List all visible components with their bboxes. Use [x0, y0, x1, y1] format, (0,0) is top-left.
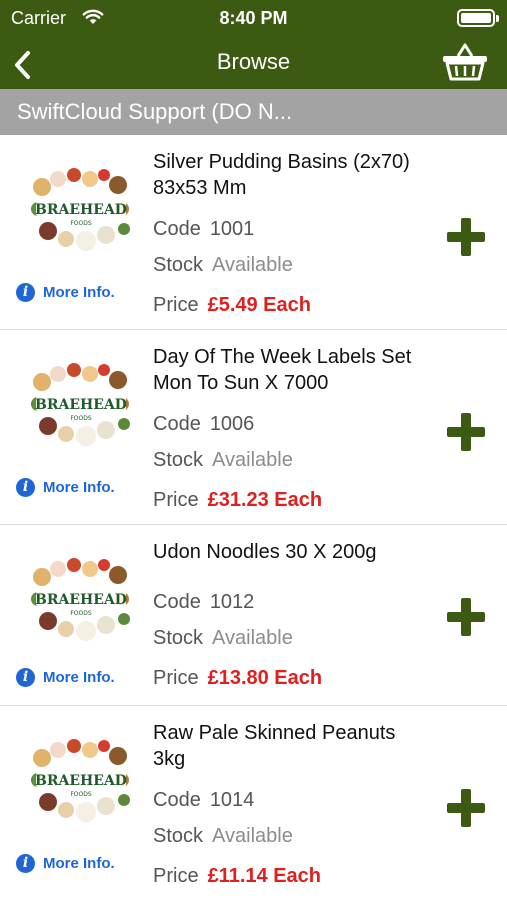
- info-icon: i: [16, 283, 35, 302]
- stock-label: Stock: [153, 825, 204, 847]
- price-value: £31.23 Each: [207, 489, 323, 511]
- price-row: Price £5.49 Each: [153, 294, 311, 317]
- product-name: Udon Noodles 30 X 200g: [153, 541, 377, 563]
- code-label: Code: [153, 789, 201, 811]
- code-row: Code 1012: [153, 591, 254, 614]
- code-value: 1014: [209, 789, 255, 811]
- stock-row: Stock Available: [153, 449, 293, 472]
- price-value: £11.14 Each: [207, 865, 322, 887]
- stock-row: Stock Available: [153, 825, 293, 848]
- product-name: Silver Pudding Basins (2x70) 83x53 Mm: [153, 151, 410, 199]
- section-header: SwiftCloud Support (DO N...: [0, 89, 507, 135]
- stock-value: Available: [212, 254, 293, 276]
- add-to-basket-icon[interactable]: [446, 597, 486, 637]
- info-icon: i: [16, 478, 35, 497]
- product-thumbnail: BRAEHEAD FOODS: [31, 363, 130, 446]
- more-info-label: More Info.: [43, 284, 115, 301]
- stock-value: Available: [212, 825, 293, 847]
- status-bar: Carrier 8:40 PM: [0, 0, 507, 36]
- product-thumbnail: BRAEHEAD FOODS: [31, 168, 130, 251]
- code-label: Code: [153, 591, 201, 613]
- info-icon: i: [16, 854, 35, 873]
- product-thumbnail: BRAEHEAD FOODS: [31, 739, 130, 822]
- price-label: Price: [153, 294, 199, 316]
- code-value: 1001: [209, 218, 255, 240]
- list-item[interactable]: BRAEHEAD FOODS i More Info. Raw Pale Ski…: [0, 706, 507, 900]
- price-label: Price: [153, 865, 199, 887]
- product-name: Raw Pale Skinned Peanuts 3kg: [153, 722, 396, 770]
- list-item[interactable]: BRAEHEAD FOODS i More Info. Silver Puddi…: [0, 135, 507, 330]
- code-row: Code 1014: [153, 789, 254, 812]
- logo-text: BRAEHEAD: [35, 592, 127, 608]
- stock-label: Stock: [153, 627, 204, 649]
- status-time: 8:40 PM: [219, 8, 288, 28]
- logo-text: BRAEHEAD: [35, 397, 127, 413]
- logo-subtext: FOODS: [70, 610, 92, 617]
- logo-text: BRAEHEAD: [35, 773, 127, 789]
- price-row: Price £31.23 Each: [153, 489, 322, 512]
- code-row: Code 1001: [153, 218, 254, 241]
- product-name: Day Of The Week Labels Set Mon To Sun X …: [153, 346, 412, 394]
- price-row: Price £13.80 Each: [153, 667, 322, 690]
- basket-icon[interactable]: [441, 42, 489, 82]
- more-info-label: More Info.: [43, 855, 115, 872]
- page-title: Browse: [216, 49, 291, 74]
- battery-icon: [457, 9, 499, 27]
- logo-subtext: FOODS: [70, 415, 92, 422]
- add-to-basket-icon[interactable]: [446, 788, 486, 828]
- logo-text: BRAEHEAD: [35, 202, 127, 218]
- code-value: 1012: [209, 591, 255, 613]
- price-label: Price: [153, 489, 199, 511]
- more-info-link[interactable]: i More Info.: [16, 478, 115, 497]
- code-label: Code: [153, 218, 201, 240]
- price-label: Price: [153, 667, 199, 689]
- more-info-label: More Info.: [43, 669, 115, 686]
- list-item[interactable]: BRAEHEAD FOODS i More Info. Day Of The W…: [0, 330, 507, 525]
- code-value: 1006: [209, 413, 255, 435]
- info-icon: i: [16, 668, 35, 687]
- stock-value: Available: [212, 449, 293, 471]
- stock-label: Stock: [153, 254, 204, 276]
- code-label: Code: [153, 413, 201, 435]
- price-value: £5.49 Each: [207, 294, 311, 316]
- list-item[interactable]: BRAEHEAD FOODS i More Info. Udon Noodles…: [0, 525, 507, 706]
- product-list: BRAEHEAD FOODS i More Info. Silver Puddi…: [0, 135, 507, 900]
- logo-subtext: FOODS: [70, 220, 92, 227]
- product-thumbnail: BRAEHEAD FOODS: [31, 558, 130, 641]
- more-info-label: More Info.: [43, 479, 115, 496]
- price-value: £13.80 Each: [207, 667, 323, 689]
- stock-value: Available: [212, 627, 293, 649]
- stock-label: Stock: [153, 449, 204, 471]
- more-info-link[interactable]: i More Info.: [16, 283, 115, 302]
- stock-row: Stock Available: [153, 627, 293, 650]
- price-row: Price £11.14 Each: [153, 865, 321, 888]
- more-info-link[interactable]: i More Info.: [16, 668, 115, 687]
- stock-row: Stock Available: [153, 254, 293, 277]
- add-to-basket-icon[interactable]: [446, 412, 486, 452]
- navigation-bar: Carrier 8:40 PM Browse: [0, 0, 507, 89]
- more-info-link[interactable]: i More Info.: [16, 854, 115, 873]
- add-to-basket-icon[interactable]: [446, 217, 486, 257]
- code-row: Code 1006: [153, 413, 254, 436]
- logo-subtext: FOODS: [70, 791, 92, 798]
